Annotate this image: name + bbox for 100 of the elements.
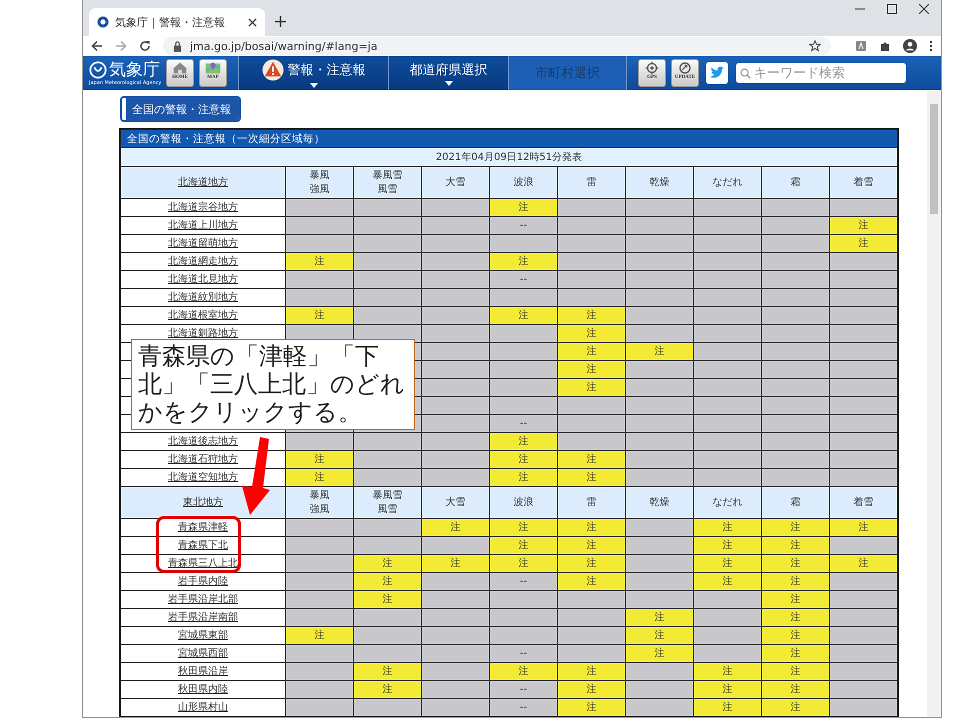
table-cell: 注 xyxy=(830,554,898,572)
back-icon[interactable] xyxy=(91,40,103,52)
region-link[interactable]: 北海道地方 xyxy=(178,176,228,188)
table-cell: 注 xyxy=(490,554,558,572)
table-cell: 注 xyxy=(490,432,558,450)
section-button[interactable]: 全国の警報・注意報 xyxy=(122,98,239,120)
table-cell: 注 xyxy=(626,644,694,662)
table-cell: 注 xyxy=(558,698,626,717)
table-cell: 注 xyxy=(762,680,830,698)
table-cell: 注 xyxy=(490,518,558,536)
table-cell: 注 xyxy=(490,252,558,270)
table-cell: -- xyxy=(490,572,558,590)
crosshair-icon xyxy=(643,61,661,75)
close-icon[interactable] xyxy=(919,4,929,14)
column-header: 着雪 xyxy=(830,486,898,518)
table-cell: 注 xyxy=(626,342,694,360)
nav-tab[interactable]: 警報・注意報 xyxy=(239,56,389,90)
issued-time: 2021年04月09日12時51分発表 xyxy=(120,148,898,166)
table-cell: 注 xyxy=(762,536,830,554)
table-cell: 注 xyxy=(830,234,898,252)
table-cell: -- xyxy=(490,698,558,717)
menu-icon[interactable] xyxy=(929,40,933,52)
table-cell: 注 xyxy=(354,680,422,698)
table-cell: 注 xyxy=(286,450,354,468)
column-header: 暴風強風 xyxy=(286,486,354,518)
table-cell: 注 xyxy=(558,572,626,590)
column-header: 波浪 xyxy=(490,166,558,198)
table-cell: 注 xyxy=(694,698,762,717)
area-link[interactable]: 岩手県内陸 xyxy=(178,576,228,587)
nav-tab[interactable]: 都道府県選択 xyxy=(389,56,509,90)
table-cell: 注 xyxy=(694,662,762,680)
table-cell: 注 xyxy=(694,572,762,590)
table-cell: 注 xyxy=(354,572,422,590)
area-link[interactable]: 秋田県内陸 xyxy=(178,684,228,695)
area-link[interactable]: 青森県下北 xyxy=(178,540,228,551)
area-link[interactable]: 秋田県沿岸 xyxy=(178,666,228,677)
table-cell: 注 xyxy=(490,306,558,324)
table-cell: 注 xyxy=(626,608,694,626)
table-cell: 注 xyxy=(830,216,898,234)
column-header: 雷 xyxy=(558,486,626,518)
column-header: 暴風雪風雪 xyxy=(354,166,422,198)
area-link[interactable]: 宮城県西部 xyxy=(178,648,228,659)
table-cell: -- xyxy=(490,680,558,698)
table-cell: 注 xyxy=(286,306,354,324)
tab-title: 気象庁｜警報・注意報 xyxy=(115,14,226,30)
area-link[interactable]: 宮城県東部 xyxy=(178,630,228,641)
table-cell: 注 xyxy=(490,198,558,216)
table-cell: 注 xyxy=(490,468,558,486)
column-header: 波浪 xyxy=(490,486,558,518)
table-cell: 注 xyxy=(694,680,762,698)
column-header: 大雪 xyxy=(422,486,490,518)
table-cell: 注 xyxy=(558,342,626,360)
browser-tab[interactable]: 気象庁｜警報・注意報 xyxy=(89,8,265,36)
star-icon[interactable] xyxy=(809,40,821,52)
table-cell: 注 xyxy=(558,360,626,378)
table-cell: 注 xyxy=(762,626,830,644)
table-cell: -- xyxy=(490,414,558,432)
table-cell: 注 xyxy=(558,680,626,698)
table-cell: 注 xyxy=(490,662,558,680)
table-cell: 注 xyxy=(694,554,762,572)
table-cell: 注 xyxy=(830,518,898,536)
region-link[interactable]: 東北地方 xyxy=(183,496,223,508)
url-text: jma.go.jp/bosai/warning/#lang=ja xyxy=(190,40,378,52)
column-header: 雷 xyxy=(558,166,626,198)
table-cell: 注 xyxy=(558,468,626,486)
table-cell: 注 xyxy=(354,554,422,572)
logo-icon xyxy=(97,16,109,28)
logo-icon xyxy=(89,61,107,79)
area-link[interactable]: 青森県津軽 xyxy=(178,522,228,533)
search-field[interactable]: キーワード検索 xyxy=(736,63,906,83)
search-icon xyxy=(740,68,751,78)
table-cell: 注 xyxy=(762,662,830,680)
column-header: 暴風雪風雪 xyxy=(354,486,422,518)
close-icon[interactable] xyxy=(248,18,257,26)
table-cell: 注 xyxy=(558,450,626,468)
table-cell: 注 xyxy=(558,306,626,324)
area-link[interactable]: 山形県村山 xyxy=(178,702,228,713)
table-cell: 注 xyxy=(626,626,694,644)
column-header: なだれ xyxy=(694,486,762,518)
new-tab-icon[interactable] xyxy=(275,16,286,27)
address-field[interactable]: jma.go.jp/bosai/warning/#lang=ja xyxy=(163,37,831,55)
logo-text: 気象庁 xyxy=(109,60,160,80)
table-cell: 注 xyxy=(286,252,354,270)
table-cell: 注 xyxy=(694,536,762,554)
profile-icon[interactable] xyxy=(903,39,917,53)
bird-icon[interactable] xyxy=(706,62,728,84)
table-cell: 注 xyxy=(762,698,830,717)
table-cell: 注 xyxy=(762,518,830,536)
column-header: 霜 xyxy=(762,166,830,198)
reload-icon[interactable] xyxy=(139,40,151,52)
table-cell: 注 xyxy=(286,626,354,644)
table-cell: 注 xyxy=(762,644,830,662)
table-cell: -- xyxy=(490,216,558,234)
table-cell: 注 xyxy=(694,518,762,536)
maximize-icon[interactable] xyxy=(887,4,897,14)
scrollbar[interactable] xyxy=(927,90,941,717)
callout-text: 青森県の「津軽」「下北」「三八上北」のどれかをクリックする。 xyxy=(131,339,415,430)
table-title: 全国の警報・注意報（一次細分区域毎） xyxy=(120,129,898,148)
table-cell: 注 xyxy=(558,662,626,680)
table-cell: 注 xyxy=(762,590,830,608)
